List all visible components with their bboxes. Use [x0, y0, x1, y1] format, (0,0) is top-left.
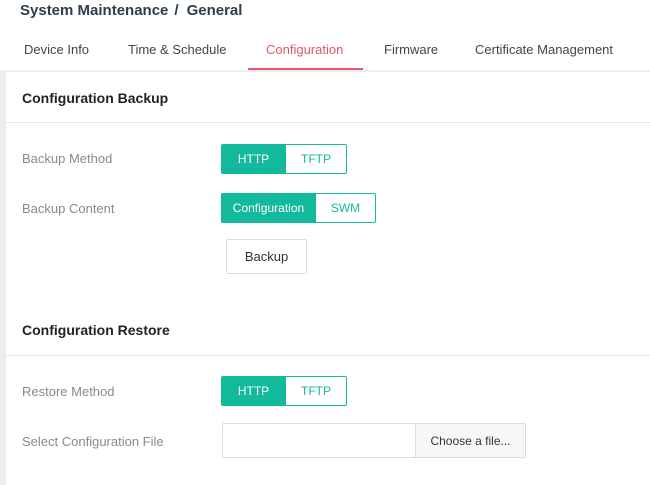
restore-divider [6, 355, 650, 356]
backup-section-title: Configuration Backup [22, 90, 169, 106]
backup-content-label: Backup Content [22, 201, 115, 216]
breadcrumb: System Maintenance / General [20, 2, 242, 19]
backup-method-http-option[interactable]: HTTP [222, 145, 285, 173]
backup-content-swm-option[interactable]: SWM [315, 194, 375, 222]
choose-file-button[interactable]: Choose a file... [415, 424, 525, 457]
breadcrumb-separator: / [174, 2, 179, 19]
backup-method-selector: HTTP TFTP [221, 144, 347, 174]
backup-button[interactable]: Backup [226, 239, 307, 274]
backup-content-selector: Configuration SWM [221, 193, 376, 223]
select-file-label: Select Configuration File [22, 434, 164, 449]
file-path-input[interactable] [223, 424, 415, 457]
tab-time-schedule[interactable]: Time & Schedule [128, 42, 227, 57]
backup-method-tftp-option[interactable]: TFTP [285, 145, 346, 173]
tab-device-info[interactable]: Device Info [24, 42, 89, 57]
breadcrumb-page: General [186, 2, 243, 19]
file-chooser: Choose a file... [222, 423, 526, 458]
page-header: System Maintenance / General Device Info T… [0, 0, 650, 70]
restore-method-http-option[interactable]: HTTP [222, 377, 285, 405]
restore-method-label: Restore Method [22, 384, 115, 399]
restore-method-selector: HTTP TFTP [221, 376, 347, 406]
restore-method-tftp-option[interactable]: TFTP [285, 377, 346, 405]
tab-configuration[interactable]: Configuration [266, 42, 343, 57]
backup-method-label: Backup Method [22, 151, 113, 166]
breadcrumb-section[interactable]: System Maintenance [20, 2, 168, 19]
backup-divider [6, 122, 650, 123]
restore-section-title: Configuration Restore [22, 322, 170, 338]
backup-content-configuration-option[interactable]: Configuration [222, 194, 315, 222]
active-tab-indicator [248, 68, 363, 70]
tab-firmware[interactable]: Firmware [384, 42, 438, 57]
tab-certificate-management[interactable]: Certificate Management [475, 42, 613, 57]
configuration-panel: Configuration Backup Backup Method HTTP … [6, 72, 650, 485]
